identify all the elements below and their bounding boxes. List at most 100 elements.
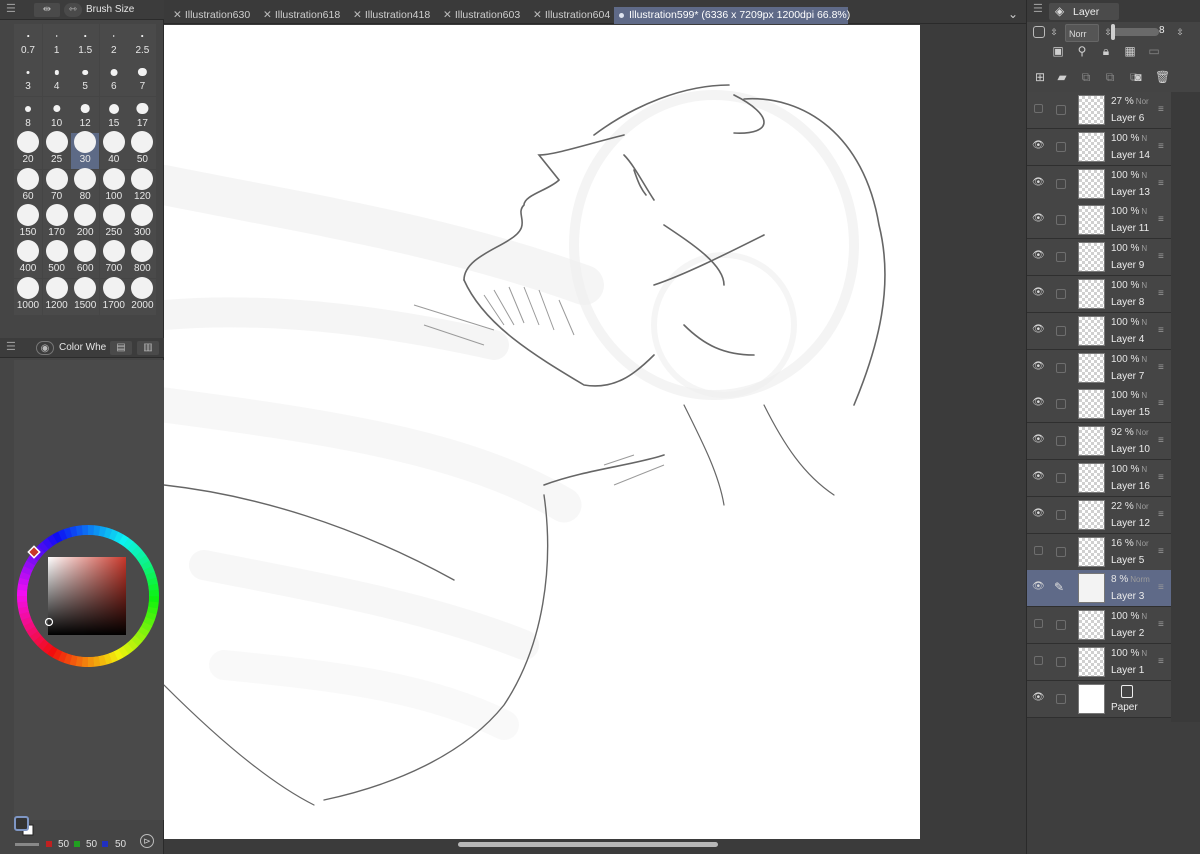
document-tab[interactable]: ✕ Illustration418 (348, 7, 430, 24)
brush-size-option[interactable]: 250 (99, 204, 128, 242)
blend-mode-select[interactable]: Norr (1065, 24, 1099, 42)
brush-size-option[interactable]: 200 (71, 204, 100, 242)
brush-size-option[interactable]: 4 (42, 60, 71, 97)
layer-row[interactable]: 100 % N ≡ Layer 1 (1027, 644, 1171, 681)
layer-lock-toggle[interactable] (1056, 546, 1066, 557)
layer-menu-icon[interactable]: ≡ (1158, 141, 1166, 152)
color-set-tab-icon[interactable]: ▤ (110, 341, 132, 355)
brush-size-option[interactable]: 300 (128, 204, 157, 242)
brush-size-option[interactable]: 700 (99, 240, 128, 279)
layer-lock-toggle[interactable] (1056, 399, 1066, 410)
lock-transparency-icon[interactable]: ▦ (1123, 44, 1137, 58)
layer-menu-icon[interactable]: ≡ (1158, 657, 1166, 667)
panel-menu-icon[interactable]: ☰ (6, 3, 16, 15)
tabs-overflow-chevron-icon[interactable]: ⌄ (1008, 7, 1018, 21)
brush-size-option[interactable]: 6 (99, 60, 128, 97)
layer-tab[interactable]: ◈ Layer (1049, 3, 1119, 20)
layer-row[interactable]: 👁︎ 100 % N ≡ Layer 16 (1027, 460, 1171, 497)
eye-icon[interactable]: 👁︎ (1032, 472, 1045, 482)
eye-icon[interactable]: 👁︎ (1032, 140, 1045, 151)
layer-menu-icon[interactable]: ≡ (1158, 325, 1166, 336)
brush-size-option[interactable]: 40 (99, 131, 128, 170)
brush-size-tab-icon[interactable]: ⇿ (64, 3, 82, 17)
eye-icon[interactable]: 👁︎ (1032, 324, 1045, 335)
layer-row[interactable]: 👁︎ 100 % N ≡ Layer 14 (1027, 128, 1171, 166)
reference-layer-icon[interactable]: ⚲ (1075, 44, 1089, 58)
brush-size-option[interactable]: 50 (128, 131, 157, 170)
clip-layer-icon[interactable]: ▣ (1051, 44, 1065, 58)
layer-lock-toggle[interactable] (1056, 693, 1066, 704)
new-raster-layer-icon[interactable]: ⊞ (1033, 70, 1047, 84)
brush-size-option[interactable]: 1 (42, 24, 71, 60)
layer-row[interactable]: 👁︎ 100 % N ≡ Layer 9 (1027, 239, 1171, 277)
brush-size-option[interactable]: 2.5 (128, 24, 157, 60)
close-tab-icon[interactable]: ✕ (263, 9, 272, 21)
brush-size-option[interactable]: 20 (14, 131, 42, 170)
layer-menu-icon[interactable]: ≡ (1158, 362, 1166, 373)
layer-menu-icon[interactable]: ≡ (1158, 178, 1166, 189)
new-folder-icon[interactable]: ▰ (1055, 70, 1069, 84)
brush-size-option[interactable]: 10 (42, 96, 71, 133)
brush-size-option[interactable]: 5 (71, 60, 100, 97)
brush-size-option[interactable]: 500 (42, 240, 71, 279)
color-wheel-tab-label[interactable]: Color Whe (59, 342, 106, 353)
layer-lock-toggle[interactable] (1056, 215, 1066, 226)
eye-icon[interactable]: 👁︎ (1032, 435, 1045, 445)
eye-icon[interactable]: 👁︎ (1032, 288, 1045, 298)
brush-size-option[interactable]: 120 (128, 167, 157, 206)
layer-menu-icon[interactable]: ≡ (1158, 289, 1166, 299)
layer-row[interactable]: 👁︎ 22 % Nor ≡ Layer 12 (1027, 496, 1171, 534)
brush-size-option[interactable]: 150 (14, 204, 42, 242)
document-tab[interactable]: ✕ Illustration618 (258, 7, 340, 24)
brush-size-option[interactable]: 800 (128, 240, 157, 279)
layer-menu-icon[interactable]: ≡ (1158, 436, 1166, 446)
brush-size-option[interactable]: 17 (128, 96, 157, 133)
panel-menu-icon[interactable]: ☰ (1033, 3, 1043, 15)
close-tab-icon[interactable]: ✕ (533, 9, 542, 21)
main-sub-color-icon[interactable] (14, 816, 40, 852)
brush-size-option[interactable]: 3 (14, 60, 42, 97)
blend-stepper-icon[interactable]: ⇳ (1047, 25, 1061, 39)
opacity-slider-handle[interactable] (1111, 24, 1115, 40)
brush-size-option[interactable]: 70 (42, 167, 71, 206)
drawing-canvas[interactable] (164, 25, 920, 839)
eye-icon[interactable]: 👁︎ (1032, 177, 1045, 188)
brush-size-option[interactable]: 80 (71, 167, 100, 206)
layer-row[interactable]: 👁︎ 100 % N ≡ Layer 15 (1027, 386, 1171, 424)
brush-size-option[interactable]: 2 (99, 24, 128, 60)
eye-icon[interactable]: 👁︎ (1032, 398, 1045, 408)
hidden-visibility-box[interactable] (1034, 104, 1043, 113)
brush-size-option[interactable]: 8 (14, 96, 42, 133)
layer-menu-icon[interactable]: ≡ (1158, 252, 1166, 262)
layer-lock-toggle[interactable] (1056, 509, 1066, 520)
layer-menu-icon[interactable]: ≡ (1158, 215, 1166, 225)
brush-size-option[interactable]: 15 (99, 96, 128, 133)
layer-menu-icon[interactable]: ≡ (1158, 546, 1166, 557)
brush-size-option[interactable]: 1.5 (71, 24, 100, 60)
transfer-down-icon[interactable]: ⧉ (1079, 70, 1093, 84)
brush-size-option[interactable]: 170 (42, 204, 71, 242)
layer-row[interactable]: 100 % N ≡ Layer 2 (1027, 607, 1171, 645)
layer-row[interactable]: 👁︎ ✎ 8 % Norm ≡ Layer 3 (1027, 570, 1171, 608)
brush-size-option[interactable]: 1500 (71, 276, 100, 315)
brush-size-option[interactable]: 25 (42, 131, 71, 170)
document-tab[interactable]: ✕ Illustration604 (528, 7, 610, 24)
opacity-stepper-icon[interactable]: ⇳ (1173, 25, 1187, 39)
color-slider-tab-icon[interactable]: ▥ (137, 341, 159, 355)
layer-lock-toggle[interactable] (1056, 252, 1066, 263)
layer-menu-icon[interactable]: ≡ (1158, 583, 1166, 593)
color-history-icon[interactable]: ⊳ (140, 834, 154, 848)
opacity-value[interactable]: 8 (1159, 25, 1165, 36)
layer-row[interactable]: 👁︎ 100 % N ≡ Layer 4 (1027, 312, 1171, 350)
layer-lock-toggle[interactable] (1056, 325, 1066, 336)
brush-size-tab-label[interactable]: Brush Size (86, 4, 134, 15)
document-tab[interactable]: Illustration599* (6336 x 7209px 1200dpi … (614, 7, 850, 24)
layer-row[interactable]: 👁︎ 100 % N ≡ Layer 8 (1027, 276, 1171, 313)
eye-icon[interactable]: 👁︎ (1032, 214, 1045, 224)
create-mask-icon[interactable]: ◙ (1131, 70, 1145, 84)
layer-row[interactable]: 👁︎ Paper (1027, 680, 1171, 718)
document-tab[interactable]: ✕ Illustration603 (438, 7, 520, 24)
brush-size-option[interactable]: 0.7 (14, 24, 42, 60)
brush-size-option[interactable]: 400 (14, 240, 42, 279)
layer-menu-icon[interactable]: ≡ (1158, 399, 1166, 409)
